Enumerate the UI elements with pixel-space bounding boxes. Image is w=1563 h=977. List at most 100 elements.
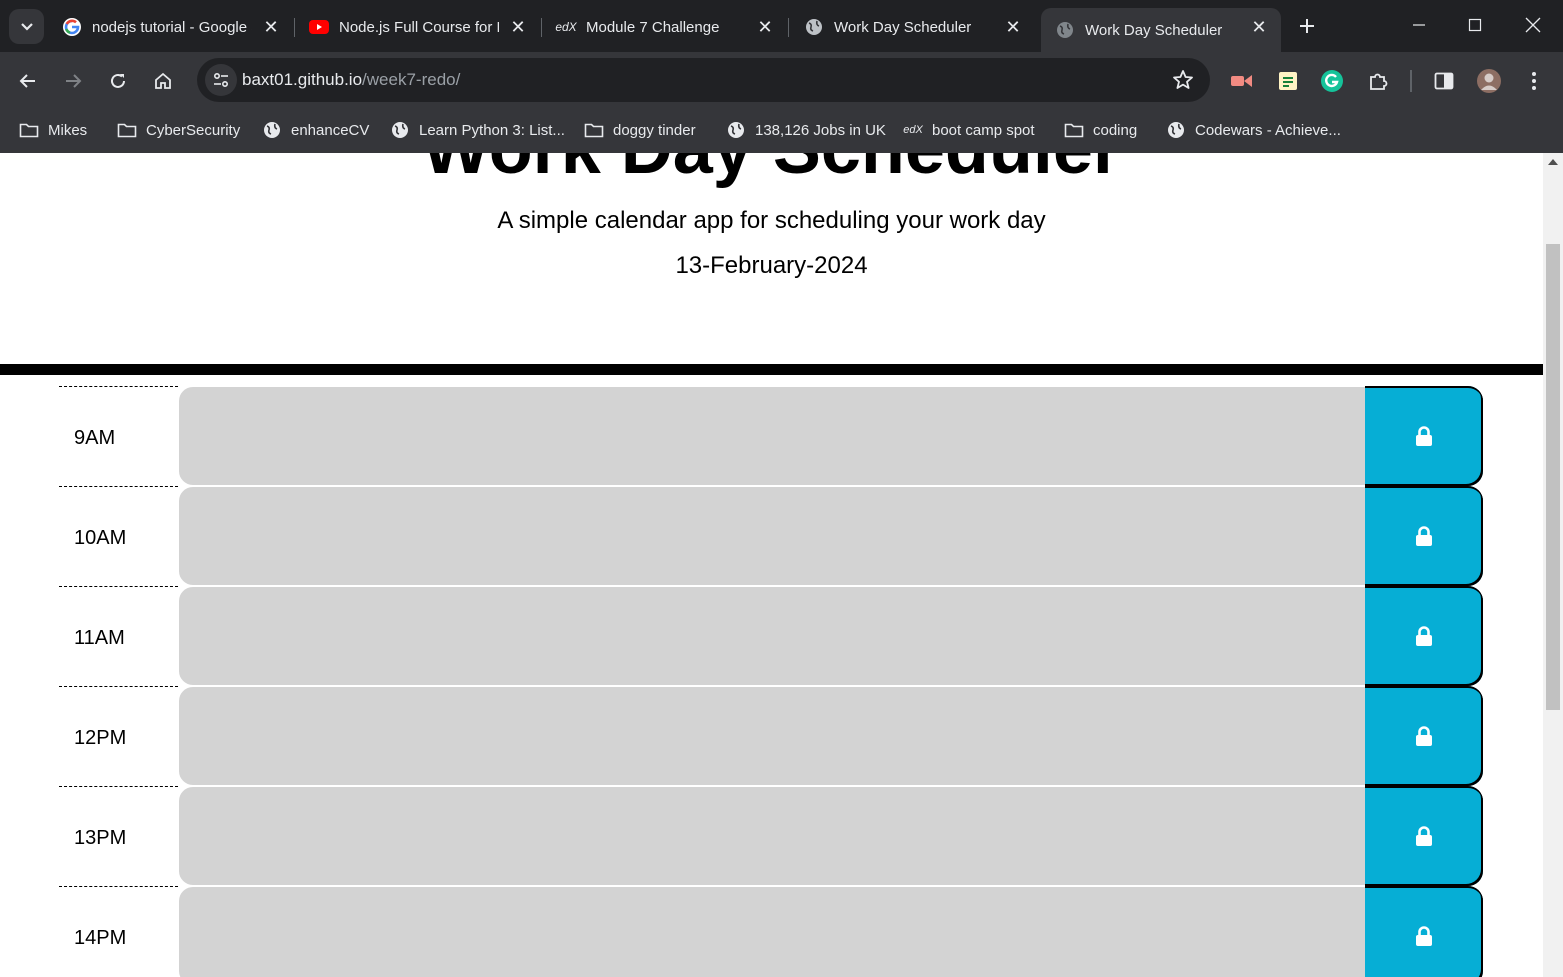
save-button[interactable] (1365, 686, 1483, 786)
folder-icon (19, 120, 39, 140)
event-description-input[interactable] (178, 886, 1366, 977)
arrow-right-icon (66, 74, 82, 88)
page-lead: A simple calendar app for scheduling you… (497, 207, 1046, 234)
side-panel-icon[interactable] (1431, 68, 1457, 94)
bookmark-enhancecv[interactable]: enhanceCV (262, 117, 369, 143)
tab-nodejs-course[interactable]: Node.js Full Course for Beginners ✕ (295, 8, 540, 46)
page-viewport: Work Day Scheduler A simple calendar app… (0, 153, 1563, 977)
bookmark-label: Codewars - Achieve... (1195, 121, 1341, 139)
tab-module-7[interactable]: edX Module 7 Challenge ✕ (542, 8, 787, 46)
new-tab-button[interactable] (1293, 12, 1321, 40)
reload-icon (111, 73, 125, 88)
scrollbar-thumb[interactable] (1546, 244, 1560, 710)
folder-icon (117, 120, 137, 140)
profile-avatar[interactable] (1476, 68, 1502, 94)
close-icon[interactable]: ✕ (1249, 17, 1269, 37)
close-icon[interactable]: ✕ (1003, 17, 1023, 37)
back-button[interactable] (12, 65, 44, 97)
globe-icon (262, 120, 282, 140)
bookmark-label: Mikes (48, 121, 88, 139)
address-bar[interactable]: baxt01.github.io/week7-redo/ (197, 58, 1210, 102)
home-icon (155, 72, 171, 89)
google-icon (62, 17, 82, 37)
tab-title: Work Day Scheduler (834, 18, 972, 36)
page-scrollbar[interactable] (1543, 153, 1563, 977)
scroll-up-arrow-icon[interactable] (1548, 159, 1558, 165)
reload-button[interactable] (102, 65, 134, 97)
current-day: 13-February-2024 (675, 252, 868, 279)
save-button[interactable] (1365, 786, 1483, 886)
close-icon[interactable]: ✕ (508, 17, 528, 37)
event-description-input[interactable] (178, 586, 1366, 686)
event-description-input[interactable] (178, 486, 1366, 586)
tab-title: Node.js Full Course for Beginners (339, 18, 499, 36)
globe-icon (1166, 120, 1186, 140)
tab-strip: nodejs tutorial - Google Search ✕ Node.j… (0, 0, 1563, 52)
url-path: /week7-redo/ (362, 70, 461, 89)
save-button[interactable] (1365, 886, 1483, 977)
tab-work-day-scheduler-active[interactable]: Work Day Scheduler ✕ (1041, 8, 1281, 52)
bookmark-doggy-tinder[interactable]: doggy tinder (584, 117, 696, 143)
tab-nodejs-tutorial[interactable]: nodejs tutorial - Google Search ✕ (48, 8, 293, 46)
bookmark-coding[interactable]: coding (1064, 117, 1137, 143)
hour-label: 10AM (59, 486, 178, 586)
bookmark-cybersecurity[interactable]: CyberSecurity (117, 117, 240, 143)
minimize-button[interactable] (1404, 10, 1434, 40)
lock-icon (1416, 826, 1432, 846)
folder-icon (584, 120, 604, 140)
hour-label: 11AM (59, 586, 178, 686)
screen-recorder-extension-icon[interactable] (1229, 68, 1255, 94)
bookmark-label: coding (1093, 121, 1138, 139)
hour-label: 13PM (59, 786, 178, 886)
edx-icon: edX (903, 124, 923, 136)
lock-icon (1416, 426, 1432, 446)
bookmark-learn-python[interactable]: Learn Python 3: List... (390, 117, 565, 143)
sheets-extension-icon[interactable] (1275, 68, 1301, 94)
bookmark-codewars[interactable]: Codewars - Achieve... (1166, 117, 1341, 143)
bookmark-label: 138,126 Jobs in UK (755, 121, 886, 139)
arrow-left-icon (19, 74, 35, 88)
toolbar-divider (1410, 70, 1412, 92)
hour-label: 12PM (59, 686, 178, 786)
bookmark-boot-camp-spot[interactable]: edX boot camp spot (903, 117, 1034, 143)
globe-icon (726, 120, 746, 140)
lock-icon (1416, 726, 1432, 746)
time-block-row: 10AM (59, 486, 1484, 586)
home-button[interactable] (147, 65, 179, 97)
lock-icon (1416, 926, 1432, 946)
time-blocks: 9AM 10AM 11AM 12PM 13PM 14PM (59, 386, 1484, 977)
plus-icon (1300, 19, 1314, 33)
grammarly-extension-icon[interactable] (1319, 68, 1345, 94)
minimize-icon (1413, 24, 1425, 26)
close-icon[interactable]: ✕ (261, 17, 281, 37)
bookmark-star-icon[interactable] (1172, 69, 1194, 91)
save-button[interactable] (1365, 486, 1483, 586)
close-icon (1525, 17, 1541, 33)
bookmark-jobs-uk[interactable]: 138,126 Jobs in UK (726, 117, 886, 143)
url-host: baxt01.github.io (242, 70, 363, 89)
save-button[interactable] (1365, 386, 1483, 486)
event-description-input[interactable] (178, 386, 1366, 486)
edx-icon: edX (555, 20, 577, 34)
time-block-row: 9AM (59, 386, 1484, 486)
bookmark-mikes[interactable]: Mikes (19, 117, 87, 143)
folder-icon (1064, 120, 1084, 140)
event-description-input[interactable] (178, 686, 1366, 786)
menu-kebab-icon[interactable] (1521, 68, 1547, 94)
save-button[interactable] (1365, 586, 1483, 686)
site-settings-icon[interactable] (205, 64, 237, 96)
time-block-row: 14PM (59, 886, 1484, 977)
maximize-button[interactable] (1460, 10, 1490, 40)
globe-icon (1055, 20, 1075, 40)
tab-work-day-scheduler[interactable]: Work Day Scheduler ✕ (790, 8, 1035, 46)
close-icon[interactable]: ✕ (755, 17, 775, 37)
tab-title: nodejs tutorial - Google Search (92, 18, 252, 36)
bookmarks-bar: Mikes CyberSecurity enhanceCV Learn Pyth… (0, 110, 1563, 153)
extensions-puzzle-icon[interactable] (1365, 68, 1391, 94)
event-description-input[interactable] (178, 786, 1366, 886)
forward-button[interactable] (57, 65, 89, 97)
globe-icon (390, 120, 410, 140)
close-window-button[interactable] (1518, 10, 1548, 40)
bookmark-label: CyberSecurity (146, 121, 241, 139)
tab-search-button[interactable] (9, 9, 44, 44)
